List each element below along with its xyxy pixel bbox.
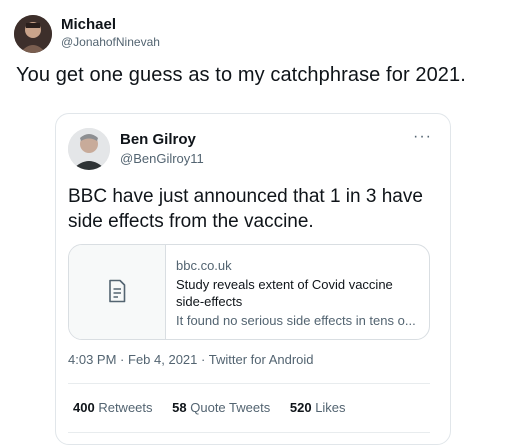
timestamp-row: 4:03 PM · Feb 4, 2021 · Twitter for Andr… [68, 352, 314, 367]
retweets-count: 400 [73, 400, 95, 415]
author-avatar[interactable] [14, 15, 52, 53]
author-handle[interactable]: @JonahofNinevah [61, 35, 160, 49]
link-preview-card[interactable]: bbc.co.uk Study reveals extent of Covid … [68, 244, 430, 340]
link-title: Study reveals extent of Covid vaccine si… [176, 277, 393, 309]
likes-stat[interactable]: 520 Likes [290, 400, 346, 415]
retweets-stat[interactable]: 400 Retweets [73, 400, 153, 415]
quoted-author-name[interactable]: Ben Gilroy [120, 131, 196, 148]
likes-count: 520 [289, 400, 312, 415]
separator-dot: · [120, 352, 128, 367]
divider [68, 432, 430, 433]
link-description: It found no serious side effects in tens… [176, 313, 416, 328]
link-thumbnail [69, 245, 166, 339]
separator-dot: · [201, 352, 209, 367]
quote-tweets-stat[interactable]: 58 Quote Tweets [172, 400, 270, 415]
likes-label: Likes [315, 400, 346, 415]
retweets-label: Retweets [98, 400, 153, 415]
author-name[interactable]: Michael [61, 16, 116, 33]
quoted-tweet-text: BBC have just announced that 1 in 3 have… [68, 186, 423, 232]
engagement-stats: 400 Retweets 58 Quote Tweets 520 Likes [73, 400, 362, 415]
tweet-source[interactable]: Twitter for Android [209, 352, 314, 367]
tweet-text: You get one guess as to my catchphrase f… [16, 64, 466, 86]
more-options-icon[interactable]: ··· [413, 128, 432, 146]
document-icon [109, 279, 126, 303]
tweet-time[interactable]: 4:03 PM [68, 352, 116, 367]
quoted-author-avatar[interactable] [68, 128, 110, 170]
quotes-count: 58 [172, 400, 187, 415]
tweet-date[interactable]: Feb 4, 2021 [128, 352, 197, 367]
quoted-author-handle[interactable]: @BenGilroy11 [120, 151, 204, 166]
divider [68, 383, 430, 384]
quotes-label: Quote Tweets [190, 400, 271, 415]
link-domain: bbc.co.uk [176, 258, 232, 273]
